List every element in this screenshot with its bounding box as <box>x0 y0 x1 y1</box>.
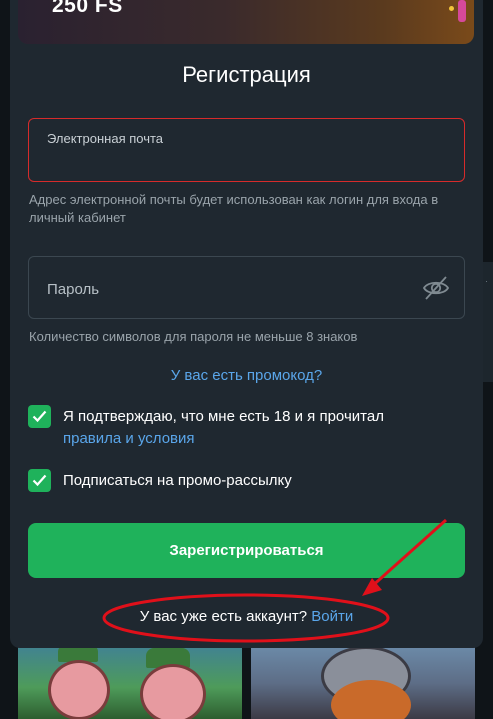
email-field[interactable]: Электронная почта <box>28 118 465 182</box>
age-confirm-text: Я подтверждаю, что мне есть 18 и я прочи… <box>63 406 463 450</box>
pig-character-image <box>48 660 110 719</box>
newsletter-checkbox[interactable] <box>28 469 51 492</box>
banner-title: 250 FS <box>52 0 123 17</box>
register-button[interactable]: Зарегистрироваться <box>28 523 465 578</box>
game-tile-pigs[interactable] <box>18 640 242 719</box>
password-placeholder: Пароль <box>47 281 100 298</box>
modal-title: Регистрация <box>182 62 311 87</box>
age-confirm-row: Я подтверждаю, что мне есть 18 и я прочи… <box>28 405 468 451</box>
banner-decoration <box>458 0 466 22</box>
age-confirm-checkbox[interactable] <box>28 405 51 428</box>
checkmark-icon <box>32 410 47 423</box>
password-field[interactable]: Пароль <box>28 256 465 319</box>
have-account-text: У вас уже есть аккаунт? <box>139 608 308 625</box>
login-link[interactable]: Войти <box>311 608 353 625</box>
newsletter-row: Подписаться на промо-рассылку <box>28 469 468 493</box>
game-tile-viking[interactable] <box>251 640 475 719</box>
banner-decoration <box>449 6 454 11</box>
eye-off-icon[interactable] <box>422 275 450 301</box>
email-input[interactable] <box>47 153 427 173</box>
terms-link[interactable]: правила и условия <box>63 430 195 447</box>
have-account-line: У вас уже есть аккаунт? Войти <box>0 608 493 625</box>
email-field-label: Электронная почта <box>47 131 164 146</box>
newsletter-label: Подписаться на промо-рассылку <box>63 472 292 489</box>
background-page-edge: · <box>483 262 493 382</box>
checkmark-icon <box>32 474 47 487</box>
pig-character-image <box>140 664 206 719</box>
promo-banner: 250 FS <box>18 0 474 44</box>
age-confirm-label: Я подтверждаю, что мне есть 18 и я прочи… <box>63 408 384 425</box>
password-hint: Количество символов для пароля не меньше… <box>29 329 358 344</box>
promo-code-link[interactable]: У вас есть промокод? <box>0 367 493 384</box>
email-hint: Адрес электронной почты будет использова… <box>29 192 439 225</box>
background-fragment: · <box>485 276 488 286</box>
